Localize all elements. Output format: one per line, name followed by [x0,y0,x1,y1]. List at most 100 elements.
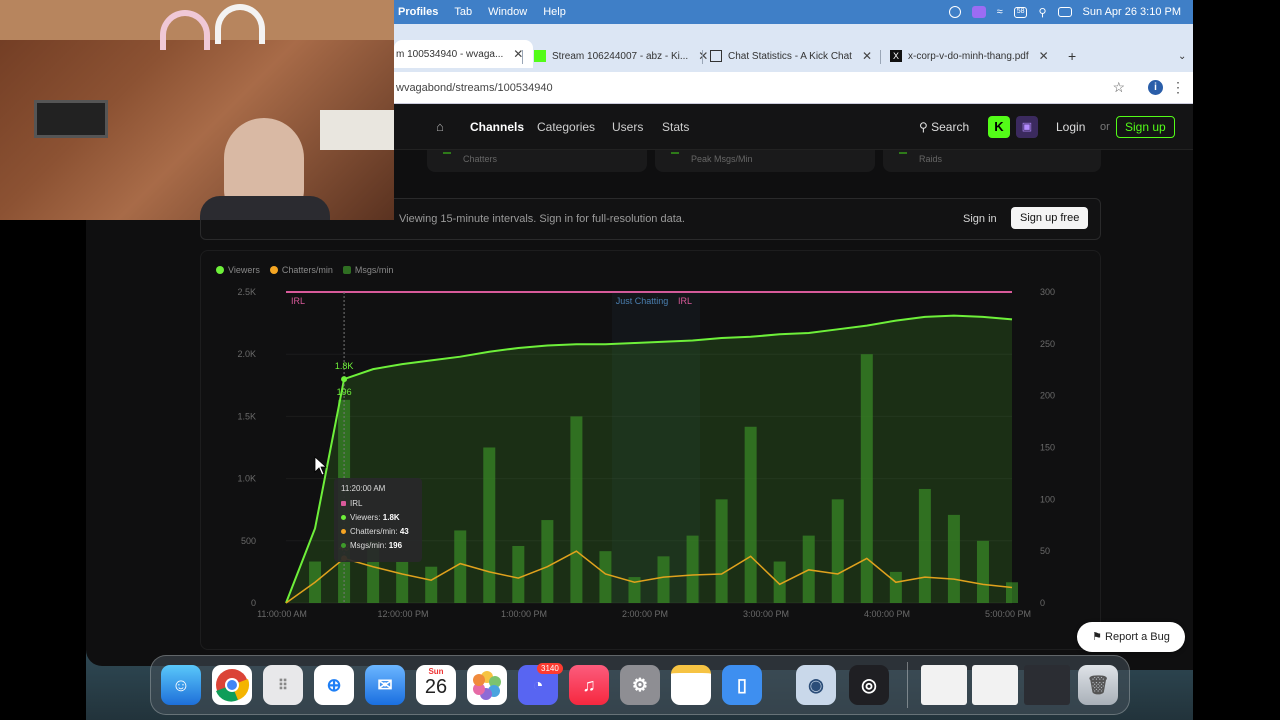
legend-item-viewers[interactable]: Viewers [216,265,260,275]
screen: Profiles Tab Window Help ≈ 58 ⚲ Sun Apr … [0,0,1280,720]
address-bar[interactable]: wvagabond/streams/100534940 ☆ i ⋮ [394,72,1193,104]
menu-tab[interactable]: Tab [454,6,472,18]
tab-chat-statistics[interactable]: Chat Statistics - A Kick Chat ✕ [710,44,872,68]
site-navbar: ⌂ Channels Categories Users Stats ⚲ Sear… [394,104,1193,150]
stat-icon [899,148,907,154]
new-tab-button[interactable]: + [1068,44,1076,68]
search-icon: ⚲ [919,119,932,134]
menu-profiles[interactable]: Profiles [398,6,438,18]
more-menu-icon[interactable]: ⋮ [1171,79,1185,96]
menu-window[interactable]: Window [488,6,527,18]
tab-stream[interactable]: Stream 106244007 - abz - Ki... ✕ [534,44,708,68]
legend-item-chatters[interactable]: Chatters/min [269,265,333,275]
tab-separator [522,50,523,64]
legend-item-msgs[interactable]: Msgs/min [342,265,393,275]
y-right-tick-label: 200 [1040,391,1055,401]
viewers-point [341,376,348,383]
battery-icon[interactable]: 58 [1013,6,1028,18]
minimized-window-icon[interactable] [1024,665,1070,705]
spotlight-search-icon[interactable]: ⚲ [1038,6,1046,19]
y-left-tick-label: 2.5K [237,287,256,297]
control-center-icon[interactable] [1057,7,1072,17]
chart-tooltip: 11:20:00 AM IRL Viewers: 1.8K Chatters/m… [334,478,422,562]
category-swatch [341,501,346,506]
category-label-irl: IRL [291,296,305,306]
screen-record-icon[interactable] [971,6,986,18]
cabin-radio [34,100,108,138]
stat-icon [671,148,679,154]
notes-icon[interactable] [671,665,711,705]
close-icon[interactable]: ✕ [698,49,708,63]
chat-icon[interactable]: ▣ [1016,116,1038,138]
kick-logo-button[interactable]: K [988,116,1010,138]
search-button[interactable]: ⚲ Search [919,120,969,134]
screen-edge-right [1193,0,1280,720]
finder-icon[interactable]: ☺ [161,665,201,705]
tab-active[interactable]: m 100534940 - wvaga... ✕ [394,40,534,68]
y-left-tick-label: 1.5K [237,411,256,421]
iphone-mirroring-icon[interactable]: ▯ [722,665,762,705]
nav-users[interactable]: Users [612,120,643,134]
minimized-window-icon[interactable] [972,665,1018,705]
photos-icon[interactable] [467,665,507,705]
robot-app-icon[interactable]: ◉ [796,665,836,705]
trash-icon[interactable]: 🗑 [1078,665,1118,705]
tab-separator [702,50,703,64]
y-left-tick-label: 500 [241,536,256,546]
stat-label: Raids [919,154,943,164]
minimized-window-icon[interactable] [921,665,967,705]
nav-categories[interactable]: Categories [537,120,595,134]
stat-card-raids: Raids [883,150,1101,172]
obs-icon[interactable]: ◎ [849,665,889,705]
tab-label: Stream 106244007 - abz - Ki... [552,50,689,62]
msgs-swatch [341,543,346,548]
stat-icon [443,148,451,154]
viewers-swatch [341,515,346,520]
stream-chart[interactable]: 0 500 1.0K 1.5K 2.0K 2.5K 0 50 100 150 200 250 300 IR… [200,280,1080,630]
login-button[interactable]: Login [1056,120,1085,134]
y-left-tick-label: 2.0K [237,349,256,359]
menubar-clock[interactable]: Sun Apr 26 3:10 PM [1083,6,1181,18]
launchpad-icon[interactable]: ⠿ [263,665,303,705]
signup-free-button[interactable]: Sign up free [1011,207,1089,229]
safari-icon[interactable]: ⊕ [314,665,354,705]
legend-label: Chatters/min [281,265,333,275]
mail-icon[interactable]: ✉ [365,665,405,705]
y-left-tick-label: 0 [251,598,256,608]
grid-favicon-icon [710,50,722,62]
dock-separator [907,662,908,708]
signup-button[interactable]: Sign up [1116,116,1175,138]
chevron-down-icon[interactable]: ⌄ [1178,44,1186,68]
x-tick-label: 12:00:00 PM [377,609,428,619]
tab-pdf[interactable]: X x-corp-v-do-minh-thang.pdf ✕ [890,44,1049,68]
close-icon[interactable]: ✕ [862,49,872,63]
tooltip-chatters-label: Chatters/min: [350,527,398,536]
tooltip-category-label: IRL [350,499,363,508]
home-icon[interactable]: ⌂ [436,119,444,134]
tab-label: Chat Statistics - A Kick Chat [728,50,852,62]
calendar-icon[interactable]: Sun 26 [416,665,456,705]
bookmark-star-icon[interactable]: ☆ [1112,79,1125,96]
cabin-window [320,110,394,150]
music-icon[interactable]: ♫ [569,665,609,705]
banner-signin-link[interactable]: Sign in [963,213,997,225]
accessibility-icon[interactable] [948,6,961,18]
search-label: Search [931,119,970,134]
tooltip-viewers: Viewers: 1.8K [341,513,415,522]
chrome-icon[interactable] [212,665,252,705]
macos-menubar: Profiles Tab Window Help ≈ 58 ⚲ Sun Apr … [394,0,1193,24]
menu-help[interactable]: Help [543,6,566,18]
profile-icon[interactable]: i [1148,80,1163,95]
category-label-irl: IRL [678,296,692,306]
tooltip-viewers-value: 1.8K [382,513,400,522]
close-icon[interactable]: ✕ [1039,49,1049,63]
system-settings-icon[interactable]: ⚙ [620,665,660,705]
nav-stats[interactable]: Stats [662,120,689,134]
legend-swatch [216,266,224,274]
x-tick-label: 3:00:00 PM [743,609,789,619]
report-bug-button[interactable]: ⚑ Report a Bug [1077,622,1185,652]
x-tick-label: 5:00:00 PM [985,609,1031,619]
url-text[interactable]: wvagabond/streams/100534940 [394,82,553,94]
wifi-icon[interactable]: ≈ [997,6,1003,18]
nav-channels[interactable]: Channels [470,120,524,134]
